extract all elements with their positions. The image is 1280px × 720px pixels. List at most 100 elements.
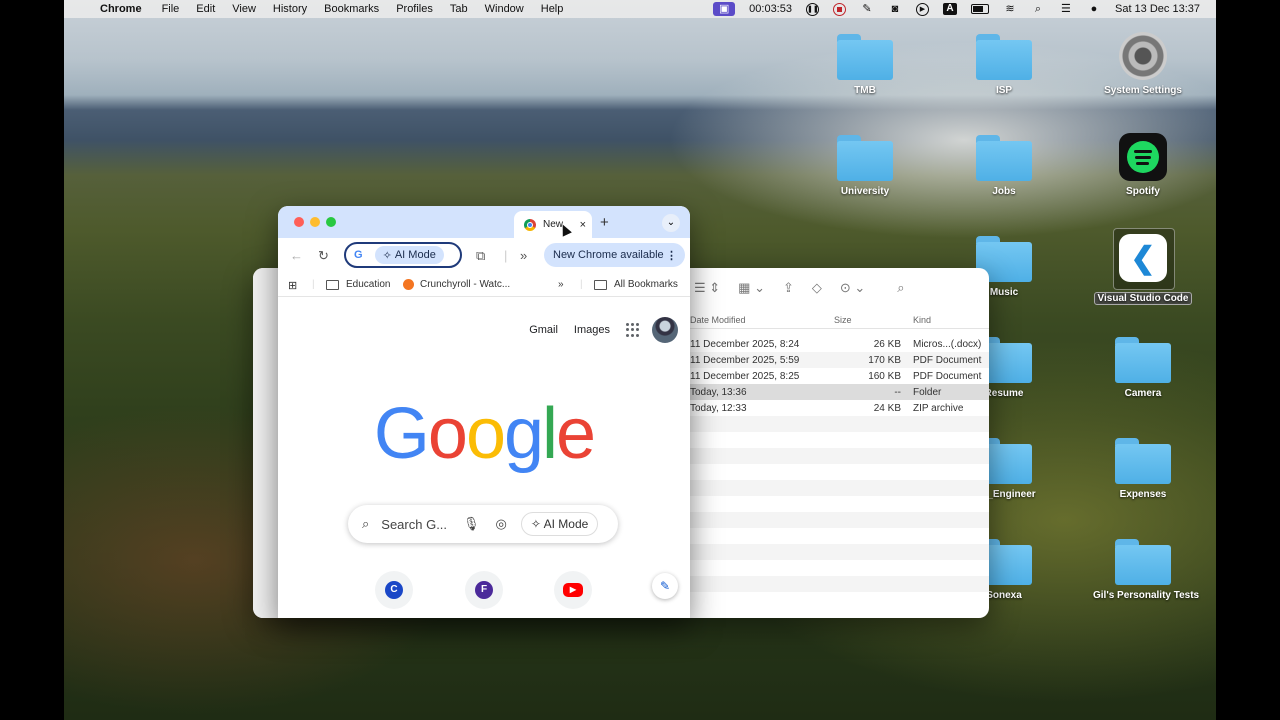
menu-bookmarks[interactable]: Bookmarks	[324, 3, 379, 15]
table-row[interactable]: Today, 12:33 24 KB ZIP archive	[690, 400, 989, 416]
zoom-window-button[interactable]	[326, 217, 336, 227]
search-icon[interactable]: ⌕	[1031, 3, 1045, 15]
desktop-app-vscode[interactable]: ❮ Visual Studio Code	[1093, 228, 1193, 305]
menu-bar: Chrome File Edit View History Bookmarks …	[64, 0, 1216, 18]
lens-icon[interactable]: ◎	[496, 516, 507, 532]
list-view-icon[interactable]: ☰ ⇕	[694, 280, 720, 296]
desktop-folder-expenses[interactable]: Expenses	[1093, 438, 1193, 500]
finder-file-list: 11 December 2025, 8:24 26 KB Micros...(.…	[690, 336, 989, 608]
shortcut-tile[interactable]: ▶	[554, 571, 592, 609]
bookmark-education[interactable]: Education	[326, 279, 390, 290]
gmail-link[interactable]: Gmail	[529, 324, 558, 336]
chrome-update-button[interactable]: New Chrome available ⋮	[544, 243, 685, 267]
folder-icon	[1115, 337, 1171, 383]
more-actions-icon[interactable]: ⊙ ⌄	[840, 280, 865, 296]
folder-icon	[976, 135, 1032, 181]
battery-icon[interactable]	[970, 4, 989, 14]
customize-pencil-icon[interactable]: ✎	[652, 573, 678, 599]
ntp-search-box[interactable]: ⌕ Search G... 🎙 ◎ ✧ AI Mode	[348, 505, 618, 543]
google-icon: G	[354, 249, 363, 261]
stop-recording-icon[interactable]	[832, 2, 846, 16]
desktop-folder-isp[interactable]: ISP	[954, 34, 1054, 96]
desktop-app-spotify[interactable]: Spotify	[1093, 133, 1193, 197]
google-logo-letter: o	[465, 394, 506, 474]
more-toolbar-icon[interactable]: »	[520, 248, 527, 263]
wifi-icon[interactable]: ≋	[1003, 3, 1017, 15]
desktop-app-system-settings[interactable]: System Settings	[1093, 32, 1193, 96]
input-source-icon[interactable]: A	[942, 3, 957, 15]
clock[interactable]: Sat 13 Dec 13:37	[1115, 3, 1200, 15]
pause-icon[interactable]: ❚❚	[805, 2, 819, 16]
bookmarks-overflow-icon[interactable]: »	[558, 279, 564, 290]
spotify-icon	[1119, 133, 1167, 181]
menu-help[interactable]: Help	[541, 3, 564, 15]
shortcut-tile[interactable]: C	[375, 571, 413, 609]
tab-new-tab[interactable]: New ×	[514, 211, 592, 238]
all-bookmarks-button[interactable]: All Bookmarks	[594, 279, 678, 290]
navigation-bar: ← ↻ G ✧ AI Mode ⧉ | » New Chrome availab…	[278, 238, 690, 274]
screen-recorder-icon[interactable]: ▣	[713, 2, 736, 16]
close-window-button[interactable]	[294, 217, 304, 227]
menu-tab[interactable]: Tab	[450, 3, 468, 15]
menu-file[interactable]: File	[162, 3, 180, 15]
microphone-icon[interactable]: 🎙	[463, 516, 480, 532]
folder-icon	[837, 135, 893, 181]
reload-icon[interactable]: ↻	[318, 248, 329, 264]
google-logo: Google	[278, 393, 690, 475]
menu-edit[interactable]: Edit	[196, 3, 215, 15]
column-date-modified[interactable]: Date Modified	[690, 315, 746, 325]
images-link[interactable]: Images	[574, 324, 610, 336]
kebab-menu-icon[interactable]: ⋮	[666, 249, 677, 262]
menu-history[interactable]: History	[273, 3, 307, 15]
chrome-icon	[524, 218, 536, 231]
bookmark-crunchyroll[interactable]: Crunchyroll - Watc...	[403, 279, 510, 290]
share-icon[interactable]: ⇪	[783, 280, 794, 296]
avatar[interactable]	[652, 317, 678, 343]
folder-icon	[837, 34, 893, 80]
markup-pen-icon[interactable]: ✎	[860, 3, 874, 15]
tab-search-icon[interactable]: ⌄	[662, 214, 680, 232]
column-kind[interactable]: Kind	[913, 315, 931, 325]
recording-timer: 00:03:53	[749, 3, 792, 15]
menu-view[interactable]: View	[232, 3, 256, 15]
desktop-folder-personality-tests[interactable]: Gil's Personality Tests	[1093, 539, 1199, 601]
tag-icon[interactable]: ◇	[812, 280, 822, 296]
apps-grid-icon[interactable]: ⊞	[288, 279, 297, 292]
ai-mode-button[interactable]: ✧ AI Mode	[520, 512, 599, 536]
camera-icon[interactable]: ◙	[888, 3, 902, 15]
column-size[interactable]: Size	[834, 315, 852, 325]
table-row[interactable]: Today, 13:36 -- Folder	[690, 384, 989, 400]
ai-mode-chip[interactable]: ✧ AI Mode	[374, 246, 444, 264]
finder-column-headers: Date Modified Size Kind	[690, 312, 989, 329]
search-icon[interactable]: ⌕	[897, 280, 904, 296]
menu-window[interactable]: Window	[485, 3, 524, 15]
address-bar[interactable]: G ✧ AI Mode	[344, 242, 462, 268]
siri-icon[interactable]: ●	[1087, 3, 1101, 15]
group-icon[interactable]: ▦ ⌄	[738, 280, 765, 296]
ntp-top-links: Gmail Images	[529, 317, 678, 343]
play-icon[interactable]: ▶	[915, 2, 929, 16]
google-logo-letter: l	[542, 394, 558, 474]
folder-icon	[1115, 438, 1171, 484]
search-icon: ⌕	[362, 516, 370, 531]
finder-sidebar	[253, 268, 279, 618]
search-input[interactable]: Search G...	[381, 517, 447, 532]
desktop-folder-camera[interactable]: Camera	[1093, 337, 1193, 399]
shortcut-tile[interactable]: F	[465, 571, 503, 609]
desktop-folder-jobs[interactable]: Jobs	[954, 135, 1054, 197]
extensions-icon[interactable]: ⧉	[476, 248, 485, 264]
table-row[interactable]: 11 December 2025, 8:25 160 KB PDF Docume…	[690, 368, 989, 384]
desktop-folder-tmb[interactable]: TMB	[815, 34, 915, 96]
menu-profiles[interactable]: Profiles	[396, 3, 433, 15]
app-menu[interactable]: Chrome	[100, 3, 142, 15]
table-row[interactable]: 11 December 2025, 8:24 26 KB Micros...(.…	[690, 336, 989, 352]
desktop-folder-university[interactable]: University	[815, 135, 915, 197]
gear-icon	[1119, 32, 1167, 80]
google-apps-icon[interactable]	[626, 323, 640, 337]
new-tab-button[interactable]: +	[600, 214, 609, 231]
back-arrow-icon[interactable]: ←	[290, 248, 303, 263]
close-tab-icon[interactable]: ×	[580, 219, 586, 231]
table-row[interactable]: 11 December 2025, 5:59 170 KB PDF Docume…	[690, 352, 989, 368]
minimize-window-button[interactable]	[310, 217, 320, 227]
control-center-icon[interactable]: ☰	[1059, 3, 1073, 15]
